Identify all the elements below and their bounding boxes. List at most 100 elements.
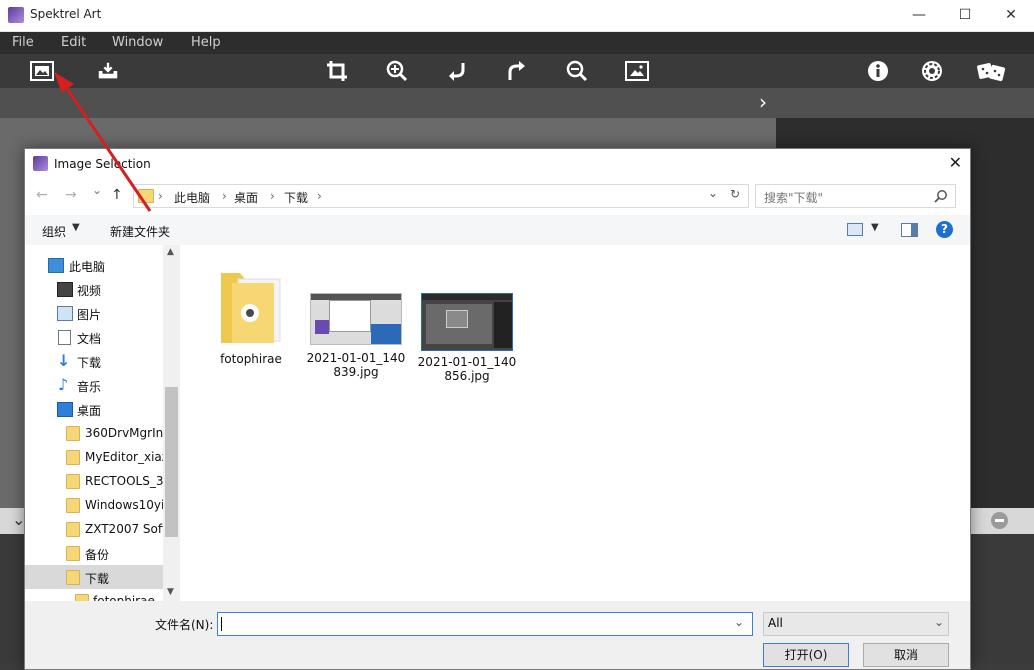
folder-icon (66, 450, 80, 465)
image-selection-dialog: Image Selection ✕ ← → ⌄ ↑ › 此电脑 › 桌面 › 下… (24, 148, 971, 670)
nav-label: MyEditor_xiaza (85, 450, 163, 464)
file-item[interactable]: 2021-01-01_140839.jpg (306, 293, 406, 379)
recent-locations-icon[interactable]: ⌄ (92, 183, 102, 197)
dialog-footer: 文件名(N): ⌄ All ⌄ 打开(O) 取消 (25, 601, 970, 669)
forward-arrow-icon[interactable]: → (65, 187, 77, 203)
new-folder-button[interactable]: 新建文件夹 (110, 223, 170, 240)
nav-documents[interactable]: 文档 (25, 325, 163, 349)
cancel-button[interactable]: 取消 (863, 643, 949, 667)
nav-pictures[interactable]: 图片 (25, 301, 163, 325)
app-logo-icon (8, 7, 24, 23)
text-cursor (221, 617, 222, 631)
folder-icon (66, 546, 80, 561)
organize-menu[interactable]: 组织 (42, 223, 66, 240)
help-icon[interactable]: ? (936, 221, 953, 238)
crumb-separator: › (222, 189, 227, 203)
folder-icon (138, 189, 154, 203)
remove-circle-icon[interactable] (991, 512, 1008, 529)
folder-icon (221, 273, 281, 343)
crop-icon[interactable] (325, 60, 349, 82)
view-dropdown-icon[interactable]: ▼ (871, 222, 879, 233)
zoom-out-icon[interactable] (565, 60, 589, 82)
save-icon[interactable] (96, 60, 120, 82)
settings-icon[interactable] (920, 60, 944, 82)
search-input[interactable]: 搜索"下载" (755, 184, 956, 208)
scroll-down-icon[interactable]: ▼ (167, 587, 174, 597)
image-thumbnail (421, 293, 513, 351)
folder-icon (66, 498, 80, 513)
filetype-dropdown-icon[interactable]: ⌄ (934, 615, 944, 629)
nav-label: 视频 (77, 284, 102, 298)
nav-label: 下载 (77, 356, 102, 370)
panel-expand-button[interactable]: › (759, 90, 767, 114)
nav-label: 音乐 (77, 380, 102, 394)
zoom-in-icon[interactable] (385, 60, 409, 82)
fit-image-icon[interactable] (625, 60, 649, 82)
minimize-button[interactable]: — (896, 0, 942, 31)
dice-icon[interactable] (976, 60, 1006, 82)
back-arrow-icon[interactable]: ← (36, 187, 48, 203)
dialog-app-icon (33, 156, 48, 171)
open-button[interactable]: 打开(O) (763, 643, 849, 667)
nav-downloads[interactable]: ↓ 下载 (25, 349, 163, 373)
file-item[interactable]: 2021-01-01_140856.jpg (417, 293, 517, 383)
scroll-up-icon[interactable]: ▲ (167, 247, 174, 257)
nav-this-pc[interactable]: 此电脑 (25, 253, 163, 277)
nav-label: fotophirae (93, 594, 155, 601)
close-button[interactable]: ✕ (988, 0, 1034, 31)
preview-pane-icon[interactable] (901, 223, 918, 237)
refresh-icon[interactable]: ↻ (730, 187, 740, 201)
crumb-separator: › (317, 189, 322, 203)
nav-music[interactable]: ♪ 音乐 (25, 373, 163, 397)
path-box[interactable]: › 此电脑 › 桌面 › 下载 › ⌄ ↻ (133, 184, 749, 208)
nav-scrollbar[interactable]: ▲ ▼ (163, 245, 180, 601)
video-folder-icon (57, 282, 73, 297)
crumb-separator: › (270, 189, 275, 203)
crumb-downloads[interactable]: 下载 (284, 189, 308, 206)
nav-desktop[interactable]: 桌面 (25, 397, 163, 421)
nav-folder[interactable]: Windows10yis (25, 493, 163, 517)
rotate-right-icon[interactable] (505, 60, 529, 82)
menu-edit[interactable]: Edit (61, 35, 86, 50)
crumb-this-pc[interactable]: 此电脑 (174, 189, 210, 206)
info-icon[interactable] (866, 60, 890, 82)
filename-dropdown-icon[interactable]: ⌄ (734, 615, 744, 629)
nav-folder[interactable]: RECTOOLS_30 (25, 469, 163, 493)
filetype-select[interactable]: All ⌄ (763, 612, 949, 636)
search-placeholder: 搜索"下载" (764, 191, 824, 205)
nav-folder-selected[interactable]: 下载 (25, 565, 163, 589)
nav-folder[interactable]: ZXT2007 Softw (25, 517, 163, 541)
crumb-desktop[interactable]: 桌面 (234, 189, 258, 206)
folder-icon (66, 426, 80, 441)
folder-icon (75, 594, 89, 601)
menu-help[interactable]: Help (191, 35, 221, 50)
open-image-icon[interactable] (30, 60, 54, 82)
music-folder-icon: ♪ (58, 375, 69, 394)
dialog-title: Image Selection (54, 157, 151, 171)
menu-window[interactable]: Window (112, 35, 163, 50)
menu-bar: File Edit Window Help (0, 32, 1034, 54)
nav-videos[interactable]: 视频 (25, 277, 163, 301)
crumb-separator: › (158, 189, 163, 203)
filename-input[interactable]: ⌄ (217, 612, 753, 636)
path-dropdown-icon[interactable]: ⌄ (708, 186, 718, 200)
view-mode-icon[interactable] (847, 223, 863, 236)
rotate-left-icon[interactable] (445, 60, 469, 82)
desktop-folder-icon (57, 402, 73, 417)
nav-folder[interactable]: MyEditor_xiaza (25, 445, 163, 469)
scroll-thumb[interactable] (165, 387, 178, 537)
nav-folder[interactable]: 360DrvMgrIns (25, 421, 163, 445)
filetype-value: All (768, 616, 783, 630)
maximize-button[interactable]: ☐ (942, 0, 988, 31)
main-toolbar (0, 54, 1034, 88)
organize-dropdown-icon[interactable]: ▼ (72, 222, 80, 233)
file-item[interactable]: fotophirae (201, 263, 301, 366)
up-arrow-icon[interactable]: ↑ (111, 187, 123, 203)
nav-folder[interactable]: 备份 (25, 541, 163, 565)
menu-file[interactable]: File (12, 35, 34, 50)
image-thumbnail (310, 293, 402, 345)
nav-label: Windows10yis (85, 498, 163, 512)
folder-icon (66, 570, 80, 585)
dialog-close-button[interactable]: ✕ (949, 153, 962, 172)
nav-folder[interactable]: fotophirae (25, 589, 163, 601)
